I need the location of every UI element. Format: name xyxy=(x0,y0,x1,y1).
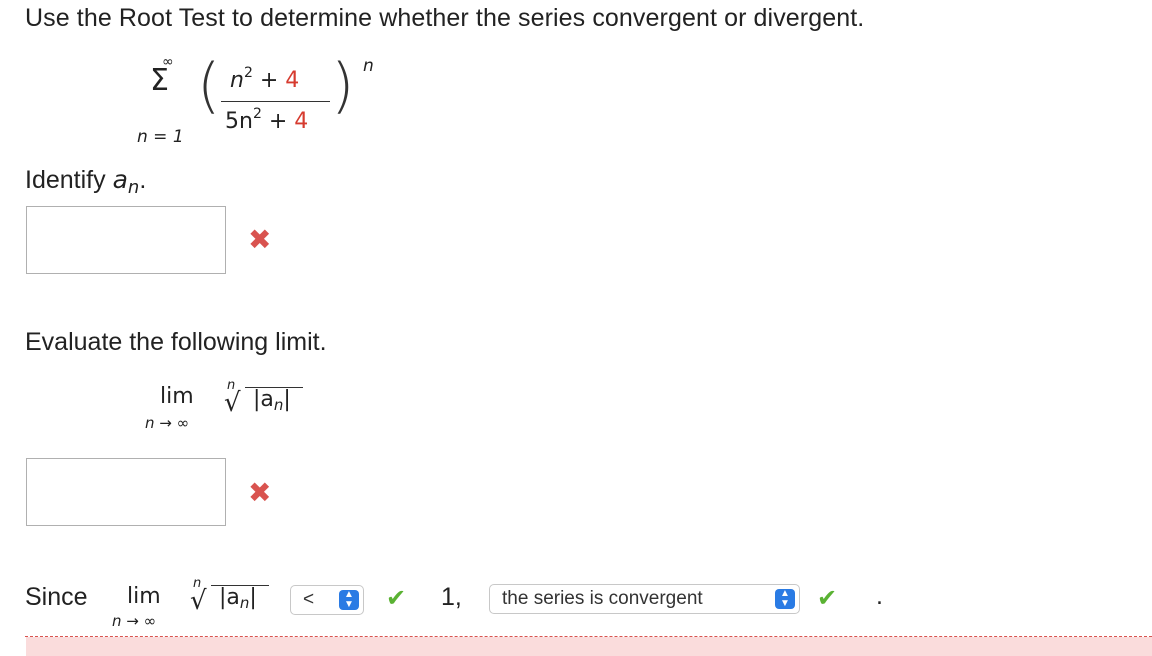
radicand: |an| xyxy=(253,387,291,414)
limit-word: lim xyxy=(160,384,194,409)
end-period: . xyxy=(876,582,883,610)
question-title: Use the Root Test to determine whether t… xyxy=(25,4,865,32)
an-answer-input[interactable] xyxy=(26,206,226,274)
sigma-symbol: Σ xyxy=(150,63,169,98)
identify-prompt: Identify an. xyxy=(25,165,147,198)
sum-lower-limit: n = 1 xyxy=(137,127,184,147)
limit-subscript: n → ∞ xyxy=(112,612,157,630)
series-numerator: n2 + 4 xyxy=(230,65,300,93)
series-denominator: 5n2 + 4 xyxy=(225,106,309,134)
evaluate-prompt: Evaluate the following limit. xyxy=(25,328,327,356)
conclusion-select[interactable]: the series is convergent ▲ ▼ xyxy=(489,584,800,614)
select-stepper-icon: ▲ ▼ xyxy=(775,589,795,609)
select-stepper-icon: ▲ ▼ xyxy=(339,590,359,610)
radical-sign: √ xyxy=(224,388,241,418)
x-mark-icon: ✖ xyxy=(248,477,272,508)
limit-answer-input[interactable] xyxy=(26,458,226,526)
check-mark-icon: ✔ xyxy=(817,585,838,612)
comparison-select[interactable]: < ▲ ▼ xyxy=(290,585,364,615)
comparison-select-value: < xyxy=(303,589,315,610)
limit-word: lim xyxy=(127,584,161,609)
outer-exponent: n xyxy=(363,56,374,76)
compare-value: 1, xyxy=(441,583,462,611)
right-paren: ) xyxy=(331,51,355,121)
check-mark-icon: ✔ xyxy=(386,585,407,612)
x-mark-icon: ✖ xyxy=(248,224,272,255)
limit-subscript: n → ∞ xyxy=(145,414,190,432)
radicand: |an| xyxy=(219,585,257,612)
feedback-panel xyxy=(26,637,1152,656)
fraction-bar xyxy=(221,101,330,102)
left-paren: ( xyxy=(197,51,221,121)
radical-sign: √ xyxy=(190,586,207,616)
since-label: Since xyxy=(25,583,88,611)
conclusion-select-value: the series is convergent xyxy=(502,588,703,609)
